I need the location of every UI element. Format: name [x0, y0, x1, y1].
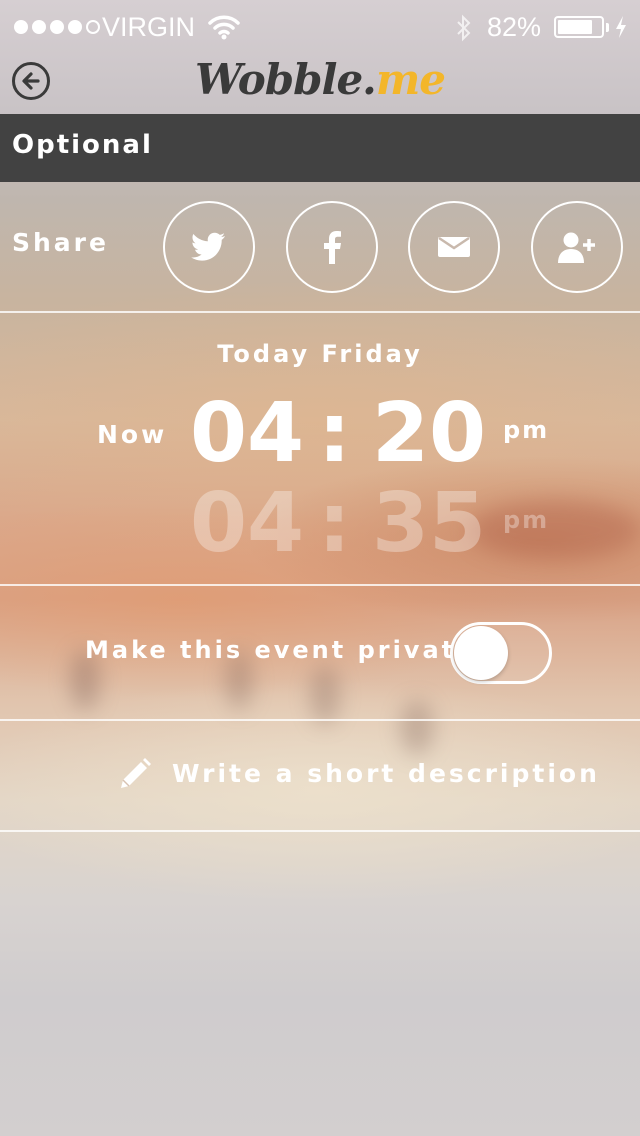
battery-icon [554, 16, 604, 38]
next-minute[interactable]: 35 [372, 474, 486, 574]
add-contact-icon [558, 232, 595, 263]
battery-nub [606, 23, 609, 32]
private-row: Make this event private [0, 586, 640, 719]
app-logo: Wobble.me [0, 54, 640, 106]
private-label: Make this event private [85, 636, 476, 664]
description-label: Write a short description [172, 759, 600, 788]
pencil-icon [118, 757, 152, 795]
share-facebook-button[interactable] [286, 201, 378, 293]
section-header: Optional [0, 114, 640, 182]
share-row: Share [0, 182, 640, 312]
bluetooth-icon [455, 14, 473, 49]
current-minute[interactable]: 20 [372, 384, 486, 484]
share-add-contact-button[interactable] [531, 201, 623, 293]
wifi-icon [208, 14, 240, 47]
section-title: Optional [12, 130, 153, 160]
logo-accent-text: me [375, 55, 446, 104]
day-label: Today Friday [217, 340, 423, 368]
next-ampm[interactable]: pm [503, 506, 549, 534]
carrier-name: VIRGIN [102, 12, 196, 42]
share-twitter-button[interactable] [163, 201, 255, 293]
battery-percent: 82% [487, 12, 542, 42]
now-label: Now [97, 420, 168, 449]
twitter-icon [191, 232, 225, 261]
current-hour[interactable]: 04 [190, 384, 304, 484]
share-label: Share [12, 228, 109, 257]
signal-strength-icon [14, 20, 100, 34]
next-separator: : [318, 476, 351, 571]
private-toggle[interactable] [450, 622, 552, 684]
charging-icon [614, 15, 628, 46]
description-row[interactable]: Write a short description [0, 721, 640, 831]
share-email-button[interactable] [408, 201, 500, 293]
next-hour[interactable]: 04 [190, 474, 304, 574]
divider [0, 830, 640, 832]
facebook-icon [324, 231, 341, 264]
toggle-knob [454, 626, 508, 680]
nav-bar: Wobble.me [0, 54, 640, 114]
logo-main-text: Wobble. [195, 55, 377, 104]
current-separator: : [318, 386, 351, 481]
status-bar: VIRGIN 82% [0, 0, 640, 54]
current-ampm[interactable]: pm [503, 416, 549, 444]
time-picker[interactable]: Today Friday Now 04 : 20 pm 04 : 35 pm [0, 314, 640, 584]
divider [0, 311, 640, 313]
email-icon [438, 236, 470, 257]
